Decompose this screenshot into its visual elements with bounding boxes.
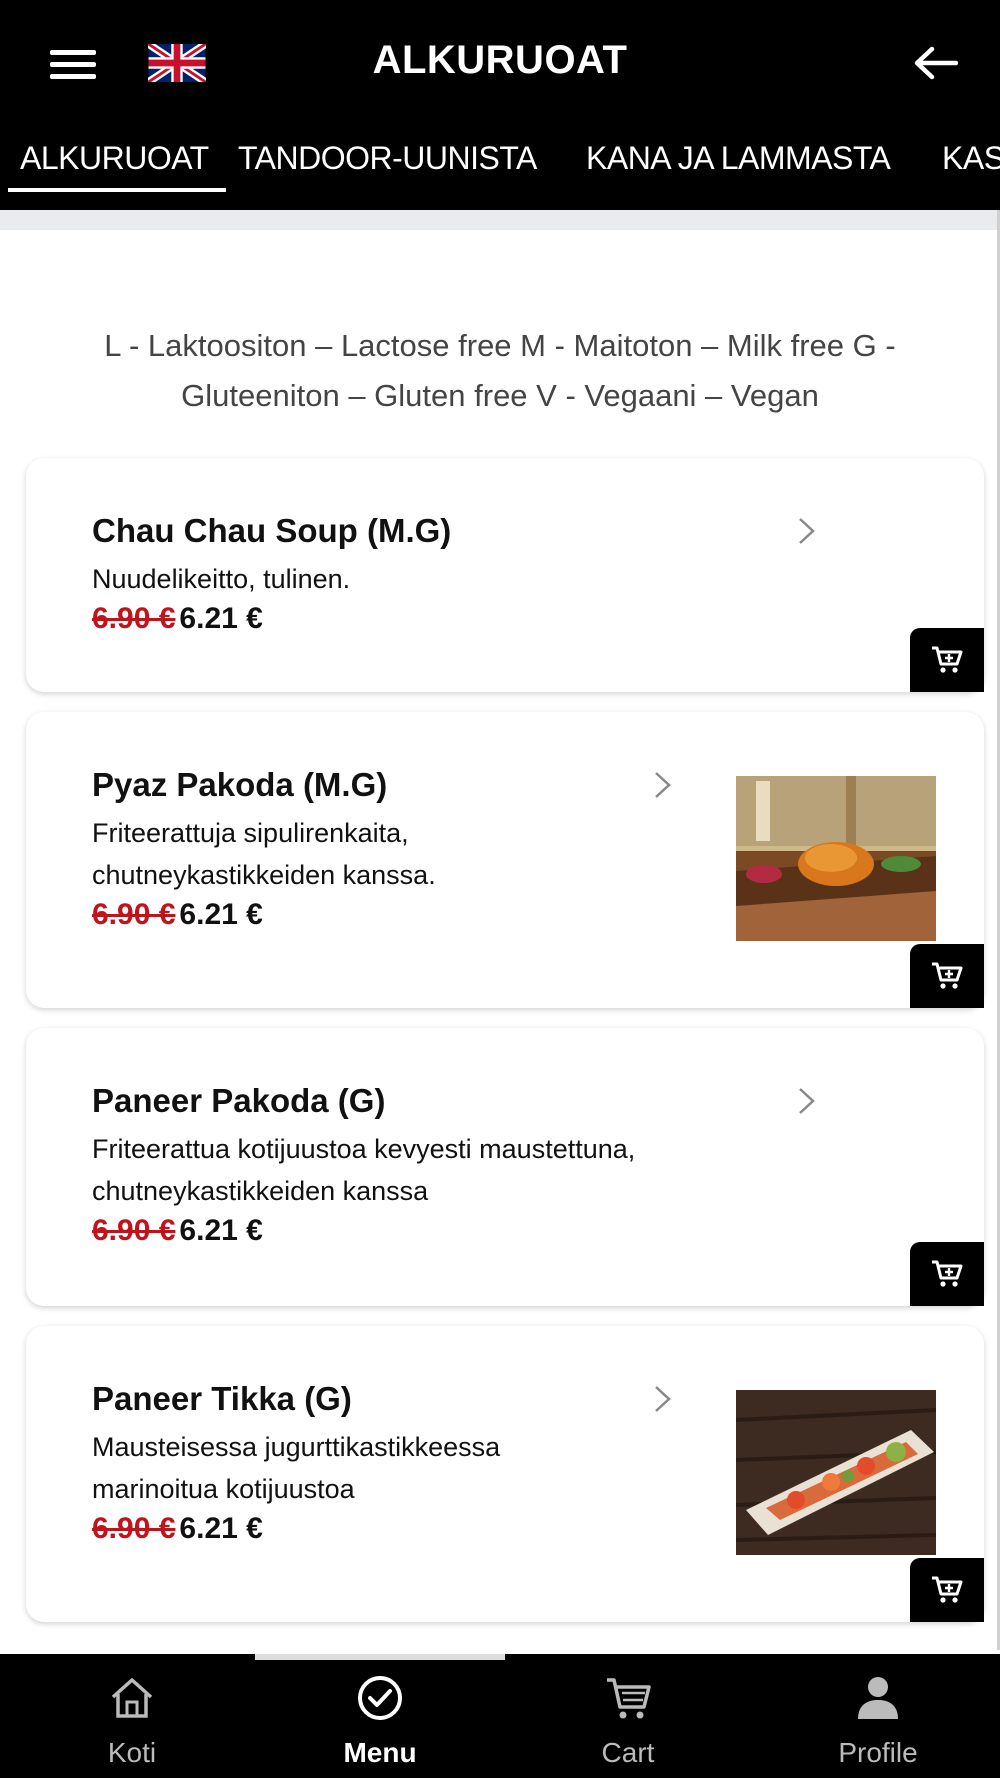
person-icon (858, 1677, 898, 1719)
item-price: 6.90 €6.21 € (92, 1512, 263, 1546)
old-price: 6.90 € (92, 602, 176, 635)
item-price: 6.90 €6.21 € (92, 898, 263, 932)
home-icon (111, 1678, 153, 1718)
add-to-cart-button[interactable] (910, 1242, 984, 1306)
diet-legend-line-1: L - Laktoositon – Lactose free M - Maito… (104, 328, 896, 363)
top-app-bar: ALKURUOAT ALKURUOAT TANDOOR-UUNISTA KANA… (0, 0, 1000, 210)
item-description-line: Mausteisessa jugurttikastikkeessa (92, 1432, 501, 1462)
chevron-right-icon[interactable] (652, 770, 674, 800)
cart-icon (607, 1678, 651, 1719)
menu-item-card[interactable]: Paneer Tikka (G) Mausteisessa jugurttika… (26, 1326, 984, 1622)
item-description-line: marinoitua kotijuustoa (92, 1474, 355, 1504)
item-price: 6.90 €6.21 € (92, 1214, 263, 1248)
diet-legend-line-2: Gluteeniton – Gluten free V - Vegaani – … (181, 378, 819, 413)
chevron-right-icon[interactable] (796, 1086, 818, 1116)
item-description-line: chutneykastikkeiden kanssa (92, 1176, 429, 1206)
item-description: Mausteisessa jugurttikastikkeessa marino… (92, 1426, 500, 1510)
nav-item-profile[interactable]: Profile (808, 1665, 948, 1770)
item-price: 6.90 €6.21 € (92, 602, 263, 636)
cart-plus-icon (932, 962, 963, 989)
item-description: Friteerattua kotijuustoa kevyesti mauste… (92, 1128, 635, 1212)
discount-price: 6.21 € (179, 1214, 263, 1247)
nav-item-koti[interactable]: Koti (62, 1665, 202, 1770)
item-name: Chau Chau Soup (M.G) (92, 512, 452, 549)
item-description-line: chutneykastikkeiden kanssa. (92, 860, 436, 890)
divider-strip (0, 210, 1000, 230)
add-to-cart-button[interactable] (910, 628, 984, 692)
nav-label: Profile (838, 1737, 918, 1768)
tab-kas[interactable]: KAS (942, 140, 1000, 177)
item-description: Friteerattuja sipulirenkaita, chutneykas… (92, 812, 436, 896)
item-description: Nuudelikeitto, tulinen. (92, 564, 351, 594)
old-price: 6.90 € (92, 1214, 176, 1247)
old-price: 6.90 € (92, 898, 176, 931)
nav-label: Koti (107, 1737, 157, 1768)
dish-image (736, 776, 936, 941)
menu-item-card[interactable]: Chau Chau Soup (M.G) Nuudelikeitto, tuli… (26, 458, 984, 692)
nav-indicator (255, 1654, 505, 1660)
menu-item-card[interactable]: Paneer Pakoda (G) Friteerattua kotijuust… (26, 1028, 984, 1306)
nav-label: Cart (601, 1737, 655, 1768)
item-name: Pyaz Pakoda (M.G) (92, 766, 388, 803)
nav-item-menu[interactable]: Menu (310, 1665, 450, 1770)
chevron-right-icon[interactable] (796, 516, 818, 546)
add-to-cart-button[interactable] (910, 944, 984, 1008)
dish-image (736, 1390, 936, 1555)
item-name: Paneer Tikka (G) (92, 1380, 352, 1417)
old-price: 6.90 € (92, 1512, 176, 1545)
add-to-cart-button[interactable] (910, 1558, 984, 1622)
cart-plus-icon (932, 1260, 963, 1287)
item-name: Paneer Pakoda (G) (92, 1082, 386, 1119)
page-title: ALKURUOAT (372, 38, 628, 82)
item-description-line: Friteerattuja sipulirenkaita, (92, 818, 409, 848)
active-tab-indicator (8, 188, 226, 192)
cart-plus-icon (932, 1576, 963, 1603)
discount-price: 6.21 € (179, 898, 263, 931)
chevron-right-icon[interactable] (652, 1384, 674, 1414)
tab-kana-ja-lammasta[interactable]: KANA JA LAMMASTA (586, 140, 891, 177)
category-tabs: ALKURUOAT TANDOOR-UUNISTA KANA JA LAMMAS… (0, 136, 1000, 196)
tab-alkuruoat[interactable]: ALKURUOAT (20, 140, 209, 177)
nav-label: Menu (343, 1737, 417, 1768)
check-circle-icon (358, 1676, 402, 1720)
menu-item-card[interactable]: Pyaz Pakoda (M.G) Friteerattuja sipulire… (26, 712, 984, 1008)
cart-plus-icon (932, 646, 963, 673)
discount-price: 6.21 € (179, 1512, 263, 1545)
item-description-line: Friteerattua kotijuustoa kevyesti mauste… (92, 1134, 636, 1164)
discount-price: 6.21 € (179, 602, 263, 635)
tab-tandoor-uunista[interactable]: TANDOOR-UUNISTA (238, 140, 537, 177)
arrow-left-icon[interactable] (912, 44, 958, 82)
nav-item-cart[interactable]: Cart (558, 1665, 698, 1770)
